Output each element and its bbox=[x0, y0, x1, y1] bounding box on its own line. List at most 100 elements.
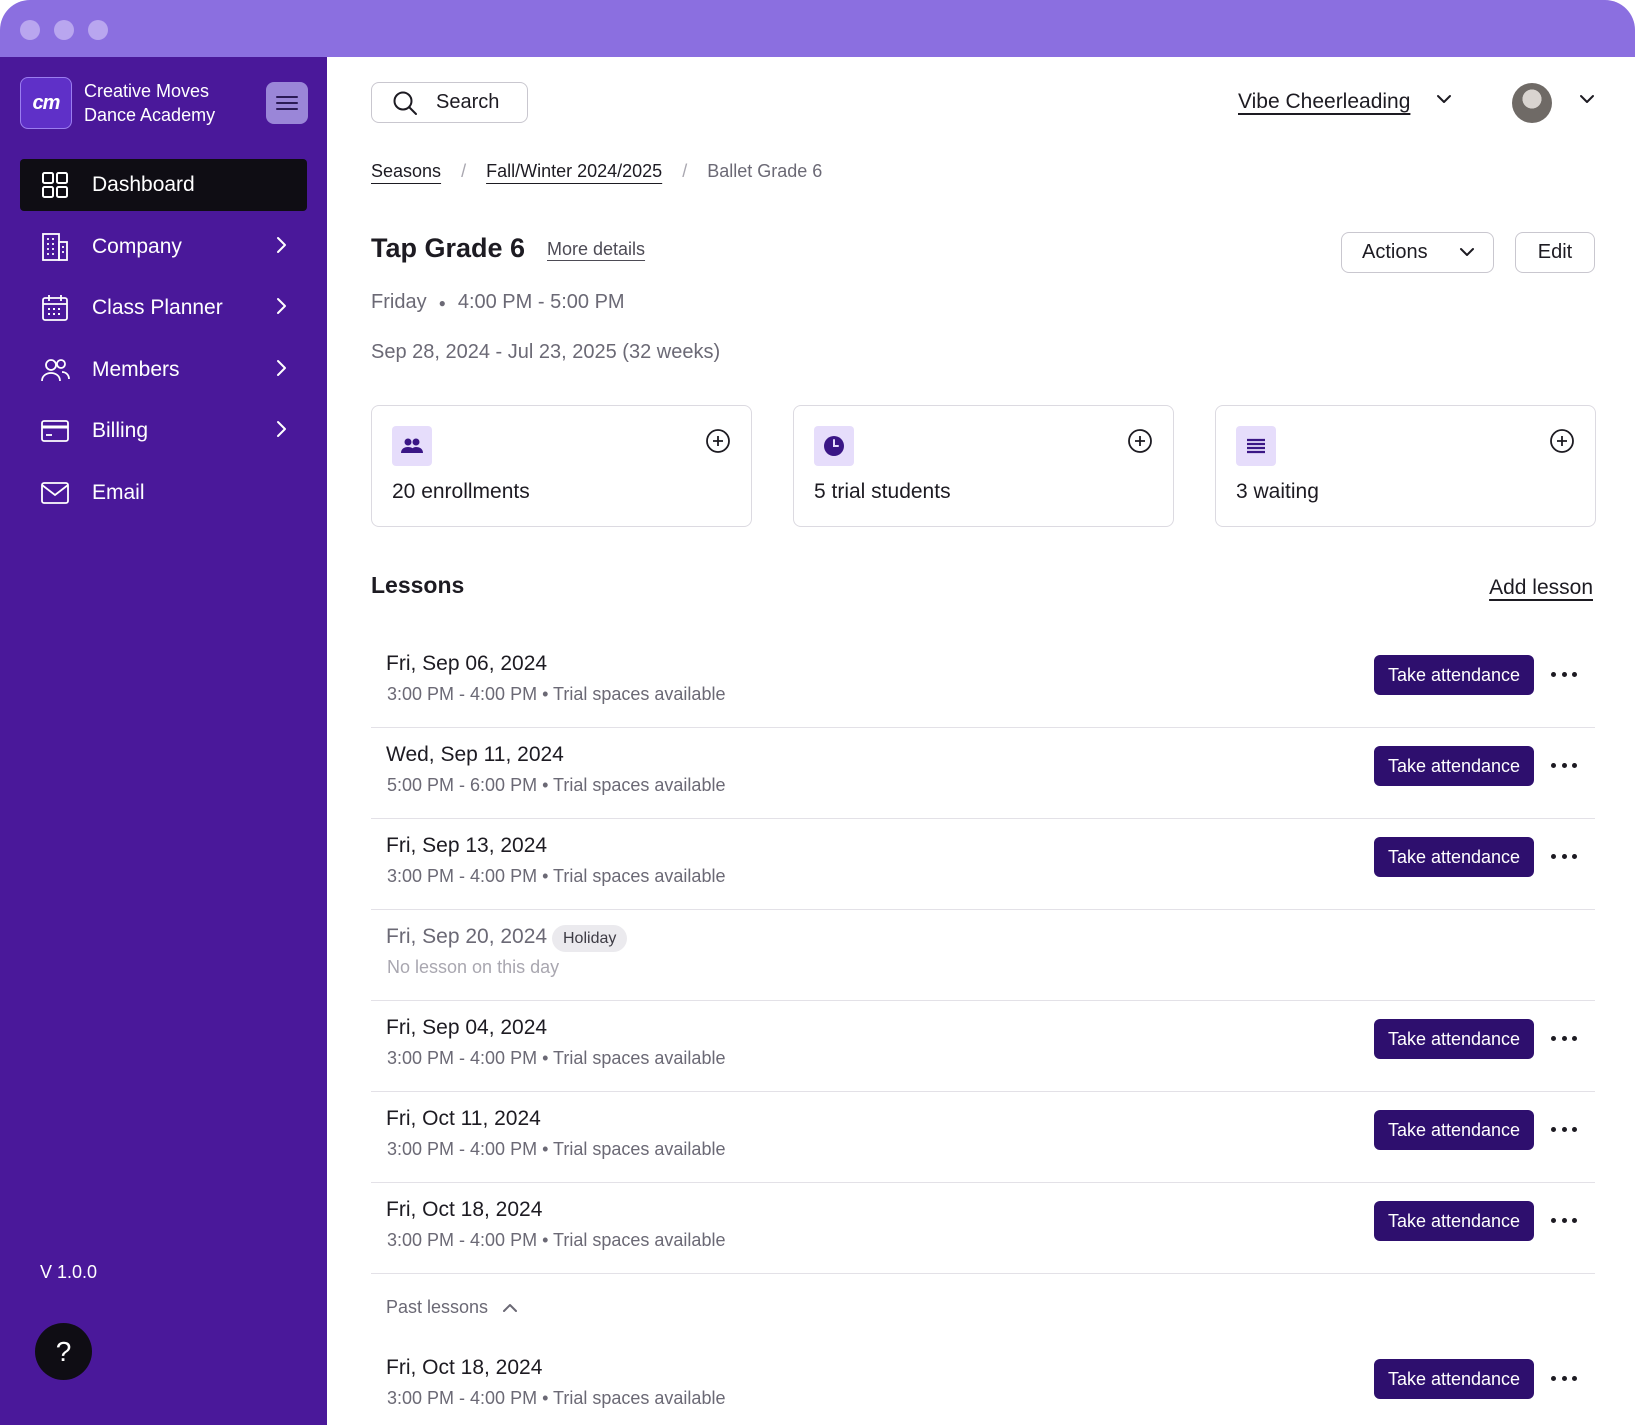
app-window: cm Creative Moves Dance Academy Dashboar… bbox=[0, 0, 1635, 1425]
sidebar-item-label: Class Planner bbox=[92, 296, 223, 319]
sidebar-nav: Dashboard Company Class Planner Members … bbox=[20, 159, 307, 528]
window-close-dot[interactable] bbox=[20, 20, 40, 40]
more-options-icon[interactable] bbox=[1551, 755, 1577, 775]
trial-students-card[interactable]: 5 trial students bbox=[793, 405, 1174, 527]
lesson-row[interactable]: Fri, Sep 06, 2024 3:00 PM - 4:00 PM • Tr… bbox=[371, 637, 1595, 728]
brand-name: Creative Moves Dance Academy bbox=[84, 79, 215, 127]
page-title: Tap Grade 6 bbox=[371, 233, 526, 263]
chevron-up-icon bbox=[503, 1303, 518, 1312]
more-options-icon[interactable] bbox=[1551, 1368, 1577, 1388]
take-attendance-button[interactable]: Take attendance bbox=[1374, 1359, 1534, 1399]
lesson-details: 5:00 PM - 6:00 PM • Trial spaces availab… bbox=[387, 775, 726, 795]
lesson-row[interactable]: Fri, Sep 04, 2024 3:00 PM - 4:00 PM • Tr… bbox=[371, 1001, 1595, 1092]
brand-name-line2: Dance Academy bbox=[84, 105, 216, 125]
lesson-details: No lesson on this day bbox=[387, 957, 560, 977]
more-options-icon[interactable] bbox=[1551, 846, 1577, 866]
chevron-down-icon[interactable] bbox=[1435, 93, 1453, 105]
calendar-icon bbox=[40, 293, 70, 323]
lesson-details: 3:00 PM - 4:00 PM • Trial spaces availab… bbox=[387, 1048, 726, 1068]
take-attendance-button[interactable]: Take attendance bbox=[1374, 1110, 1534, 1150]
edit-button[interactable]: Edit bbox=[1515, 232, 1595, 273]
take-attendance-button[interactable]: Take attendance bbox=[1374, 1201, 1534, 1241]
brand-logo: cm bbox=[20, 77, 72, 129]
lesson-date: Fri, Oct 18, 2024 bbox=[386, 1356, 543, 1379]
breadcrumb-seasons[interactable]: Seasons bbox=[371, 161, 441, 182]
stat-label: 5 trial students bbox=[814, 480, 951, 503]
class-date-range: Sep 28, 2024 - Jul 23, 2025 (32 weeks) bbox=[371, 341, 721, 363]
more-details-link[interactable]: More details bbox=[547, 239, 645, 260]
lesson-details: 3:00 PM - 4:00 PM • Trial spaces availab… bbox=[387, 1230, 726, 1250]
lesson-details: 3:00 PM - 4:00 PM • Trial spaces availab… bbox=[387, 684, 726, 704]
breadcrumb: Seasons / Fall/Winter 2024/2025 / Ballet… bbox=[371, 161, 822, 182]
lesson-date: Fri, Sep 20, 2024 bbox=[386, 925, 548, 948]
chevron-right-icon bbox=[277, 236, 286, 253]
user-avatar[interactable] bbox=[1512, 83, 1552, 123]
sidebar-item-label: Members bbox=[92, 357, 180, 381]
take-attendance-button[interactable]: Take attendance bbox=[1374, 655, 1534, 695]
lessons-heading: Lessons bbox=[371, 572, 465, 598]
main-content: Search Vibe Cheerleading Seasons / Fall/… bbox=[327, 57, 1635, 1425]
holiday-badge: Holiday bbox=[552, 925, 628, 952]
lessons-list: Fri, Sep 06, 2024 3:00 PM - 4:00 PM • Tr… bbox=[371, 637, 1595, 1425]
window-zoom-dot[interactable] bbox=[88, 20, 108, 40]
lesson-date: Wed, Sep 11, 2024 bbox=[386, 743, 564, 766]
take-attendance-button[interactable]: Take attendance bbox=[1374, 1019, 1534, 1059]
add-circle-icon[interactable] bbox=[1549, 428, 1575, 454]
more-options-icon[interactable] bbox=[1551, 664, 1577, 684]
chevron-right-icon bbox=[277, 421, 286, 437]
sidebar-item-label: Dashboard bbox=[92, 173, 195, 196]
holiday-row: Fri, Sep 20, 2024 Holiday No lesson on t… bbox=[371, 910, 1595, 1001]
take-attendance-button[interactable]: Take attendance bbox=[1374, 837, 1534, 877]
stat-label: 20 enrollments bbox=[392, 480, 530, 503]
hamburger-icon bbox=[276, 96, 298, 110]
sidebar-item-billing[interactable]: Billing bbox=[20, 405, 307, 457]
lesson-row[interactable]: Fri, Sep 13, 2024 3:00 PM - 4:00 PM • Tr… bbox=[371, 819, 1595, 910]
search-label: Search bbox=[436, 91, 500, 113]
past-lessons-toggle[interactable]: Past lessons bbox=[371, 1274, 1595, 1341]
waitlist-card[interactable]: 3 waiting bbox=[1215, 405, 1596, 527]
clock-icon bbox=[814, 426, 854, 466]
lesson-date: Fri, Oct 18, 2024 bbox=[386, 1198, 543, 1221]
add-circle-icon[interactable] bbox=[1127, 428, 1153, 454]
sidebar-item-email[interactable]: Email bbox=[20, 467, 307, 519]
lesson-date: Fri, Sep 13, 2024 bbox=[386, 834, 548, 857]
more-options-icon[interactable] bbox=[1551, 1028, 1577, 1048]
sidebar-item-dashboard[interactable]: Dashboard bbox=[20, 159, 307, 211]
more-options-icon[interactable] bbox=[1551, 1119, 1577, 1139]
more-options-icon[interactable] bbox=[1551, 1210, 1577, 1230]
chevron-down-icon bbox=[1460, 248, 1474, 256]
menu-toggle-button[interactable] bbox=[266, 82, 308, 124]
add-lesson-link[interactable]: Add lesson bbox=[1489, 576, 1593, 600]
actions-dropdown[interactable]: Actions bbox=[1341, 232, 1494, 273]
lesson-row[interactable]: Fri, Oct 11, 2024 3:00 PM - 4:00 PM • Tr… bbox=[371, 1092, 1595, 1183]
lesson-details: 3:00 PM - 4:00 PM • Trial spaces availab… bbox=[387, 1139, 726, 1159]
sidebar-item-label: Billing bbox=[92, 419, 149, 442]
sidebar-item-company[interactable]: Company bbox=[20, 221, 307, 273]
enrollments-card[interactable]: 20 enrollments bbox=[371, 405, 752, 527]
search-icon bbox=[393, 91, 417, 115]
window-minimize-dot[interactable] bbox=[54, 20, 74, 40]
breadcrumb-separator: / bbox=[682, 161, 688, 181]
chevron-down-icon[interactable] bbox=[1578, 93, 1596, 105]
building-icon bbox=[40, 232, 70, 262]
take-attendance-button[interactable]: Take attendance bbox=[1374, 746, 1534, 786]
lesson-row[interactable]: Fri, Oct 18, 2024 3:00 PM - 4:00 PM • Tr… bbox=[371, 1183, 1595, 1274]
help-button[interactable]: ? bbox=[35, 1323, 92, 1380]
breadcrumb-separator: / bbox=[461, 161, 467, 181]
lesson-date: Fri, Sep 06, 2024 bbox=[386, 652, 548, 675]
sidebar-item-label: Email bbox=[92, 480, 145, 504]
add-circle-icon[interactable] bbox=[705, 428, 731, 454]
actions-label: Actions bbox=[1362, 241, 1428, 263]
list-icon bbox=[1236, 426, 1276, 466]
sidebar-item-members[interactable]: Members bbox=[20, 344, 307, 396]
chevron-right-icon bbox=[277, 298, 286, 314]
lesson-row[interactable]: Wed, Sep 11, 2024 5:00 PM - 6:00 PM • Tr… bbox=[371, 728, 1595, 819]
brand[interactable]: cm Creative Moves Dance Academy bbox=[20, 77, 215, 129]
past-lesson-row[interactable]: Fri, Oct 18, 2024 3:00 PM - 4:00 PM • Tr… bbox=[371, 1341, 1595, 1425]
org-switcher[interactable]: Vibe Cheerleading bbox=[1238, 90, 1410, 114]
breadcrumb-season[interactable]: Fall/Winter 2024/2025 bbox=[486, 161, 662, 182]
class-schedule: Friday ● 4:00 PM - 5:00 PM bbox=[371, 291, 625, 314]
search-button[interactable]: Search bbox=[371, 82, 528, 123]
chevron-right-icon bbox=[277, 359, 286, 376]
sidebar-item-class-planner[interactable]: Class Planner bbox=[20, 282, 307, 334]
